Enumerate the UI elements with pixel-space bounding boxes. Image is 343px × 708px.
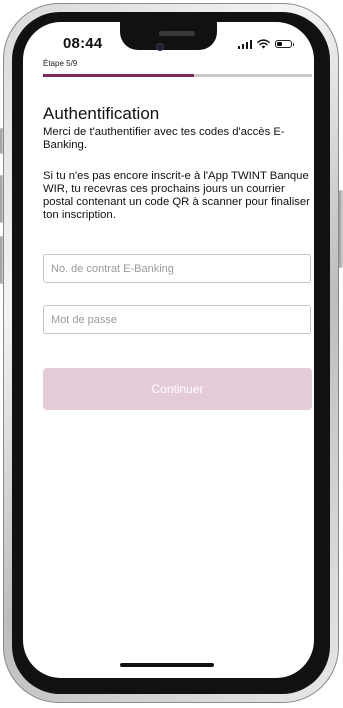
power-button [339, 190, 343, 268]
continue-button[interactable]: Continuer [43, 368, 312, 410]
intro-text: Merci de t'authentifier avec tes codes d… [43, 126, 285, 151]
step-indicator: Étape 5/9 [43, 59, 78, 68]
battery-icon [275, 40, 294, 48]
progress-bar-fill [43, 74, 194, 77]
info-text: Si tu n'es pas encore inscrit-e à l'App … [43, 170, 310, 221]
home-indicator[interactable] [120, 663, 214, 667]
password-field[interactable] [43, 305, 311, 334]
contract-number-input[interactable] [51, 262, 303, 275]
status-time: 08:44 [63, 35, 103, 52]
notch [120, 22, 217, 50]
status-icons [237, 39, 294, 49]
speaker-grille [159, 31, 195, 36]
password-input[interactable] [51, 313, 303, 326]
progress-bar [43, 74, 312, 77]
device-mockup: 08:44 Étape 5/9 Authentification Merci d… [0, 0, 343, 708]
page-title: Authentification [43, 104, 160, 123]
cellular-signal-icon [237, 39, 252, 49]
wifi-icon [257, 39, 270, 49]
app-screen: 08:44 Étape 5/9 Authentification Merci d… [23, 22, 314, 678]
contract-number-field[interactable] [43, 254, 311, 283]
front-camera [156, 43, 164, 51]
